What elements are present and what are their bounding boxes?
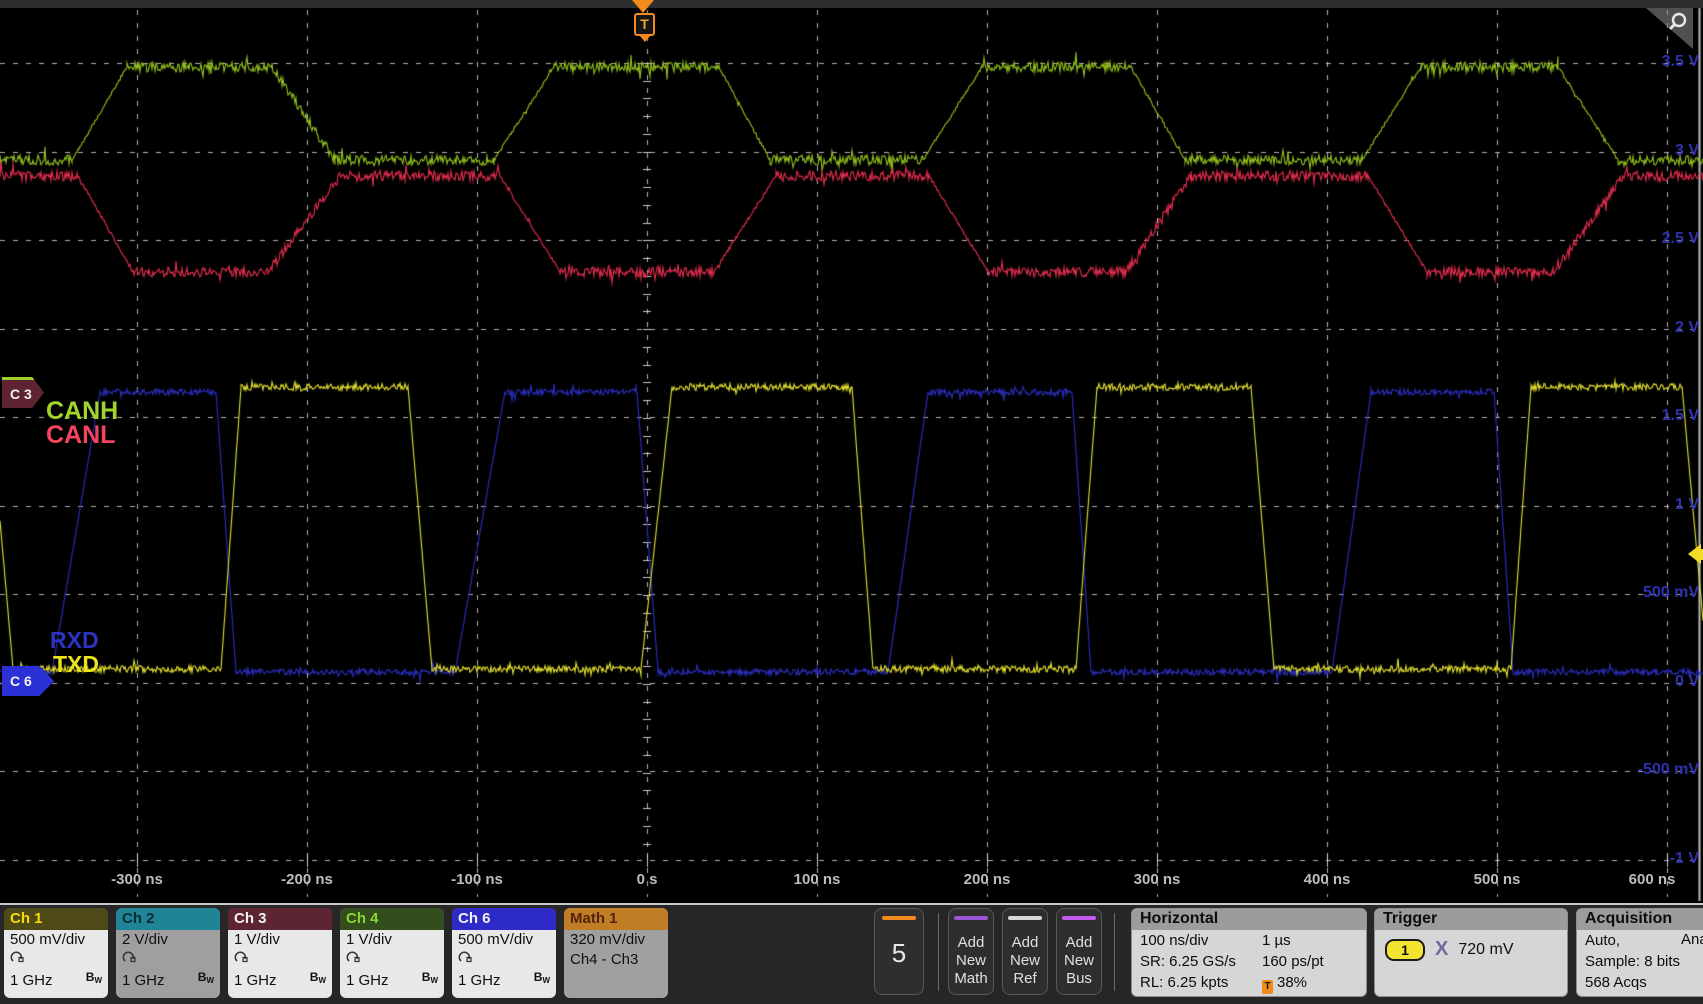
voltage-axis-label: 1 V — [1675, 496, 1699, 514]
canl-trace-label: CANL — [46, 421, 115, 450]
time-axis-label: 200 ns — [964, 871, 1011, 888]
voltage-axis-labels: 3.5 V 3 V 2.5 V 2 V 1.5 V 1 V 500 mV 0 V -500 mV… — [1613, 0, 1703, 903]
probe-icon — [4, 950, 108, 967]
acquisition-cut-text: Ana — [1681, 931, 1703, 948]
trigger-slope-icon: X — [1435, 938, 1448, 961]
channel-bandwidth: 1 GHz — [10, 971, 53, 991]
top-strip — [0, 0, 1703, 8]
button-label: Add New Ref — [1003, 934, 1047, 988]
probe-icon — [340, 950, 444, 967]
trigger-panel[interactable]: Trigger 1 X 720 mV — [1374, 908, 1568, 997]
channel-badge-math1[interactable]: Math 1320 mV/divCh4 - Ch3 — [564, 908, 668, 998]
voltage-axis-label: -1 V — [1670, 850, 1699, 868]
acquisition-panel-title: Acquisition — [1577, 909, 1703, 930]
voltage-axis-label: 0 V — [1675, 673, 1699, 691]
txd-trace-label: TXD — [53, 651, 99, 678]
trigger-position-marker[interactable]: T — [634, 13, 655, 36]
channel-scale: 320 mV/div — [564, 930, 668, 950]
channel-badge-title: Math 1 — [564, 908, 668, 930]
divider — [1114, 913, 1115, 991]
time-axis-label: 0 s — [637, 871, 658, 888]
voltage-axis-label: 2 V — [1675, 319, 1699, 337]
channel-badge-title: Ch 6 — [452, 908, 556, 930]
math-source: Ch4 - Ch3 — [564, 950, 668, 970]
time-axis-label: -200 ns — [281, 871, 333, 888]
channel-badge-title: Ch 3 — [228, 908, 332, 930]
voltage-axis-label: 1.5 V — [1662, 407, 1699, 425]
channel-badge-title: Ch 1 — [4, 908, 108, 930]
channel-bandwidth: 1 GHz — [346, 971, 389, 991]
channel-scale: 500 mV/div — [452, 930, 556, 950]
channel-bandwidth: 1 GHz — [234, 971, 277, 991]
time-axis-label: 500 ns — [1474, 871, 1521, 888]
voltage-axis-label: 500 mV — [1643, 584, 1699, 602]
channel-scale: 1 V/div — [340, 930, 444, 950]
wave-count-button[interactable]: 5 — [874, 908, 924, 995]
button-label: Add New Bus — [1057, 934, 1101, 988]
add-new-ref-button[interactable]: Add New Ref — [1002, 908, 1048, 995]
channel-badge-ch6[interactable]: Ch 6500 mV/div 1 GHz BW — [452, 908, 556, 998]
horizontal-scale: 100 ns/div — [1140, 930, 1262, 951]
trigger-position-marker-tip — [640, 36, 650, 42]
trigger-position-triangle-icon[interactable] — [632, 0, 654, 13]
horizontal-record-length: RL: 6.25 kpts — [1140, 972, 1262, 994]
accent-bar — [1008, 916, 1042, 920]
wave-count-accent — [882, 916, 916, 920]
waveform-plot[interactable] — [0, 0, 1703, 903]
bandwidth-limit-icon: BW — [86, 967, 102, 991]
channel-badge-ch3[interactable]: Ch 31 V/div 1 GHz BW — [228, 908, 332, 998]
horizontal-panel[interactable]: Horizontal 100 ns/div 1 µs SR: 6.25 GS/s… — [1131, 908, 1367, 997]
channel-scale: 2 V/div — [116, 930, 220, 950]
voltage-axis-label: 3.5 V — [1662, 53, 1699, 71]
time-axis-labels: -300 ns -200 ns -100 ns 0 s 100 ns 200 ns 300 … — [0, 871, 1703, 891]
horizontal-window: 1 µs — [1262, 930, 1366, 951]
bottom-bar: Ch 1500 mV/div1 GHzBWCh 22 V/div1 GHzBWC… — [0, 903, 1703, 1004]
channel-scale: 500 mV/div — [4, 930, 108, 950]
voltage-axis-label: 2.5 V — [1662, 230, 1699, 248]
horizontal-resolution: 160 ps/pt — [1262, 951, 1366, 972]
time-axis-label: -300 ns — [111, 871, 163, 888]
probe-icon — [228, 950, 332, 967]
horizontal-panel-title: Horizontal — [1132, 909, 1366, 930]
time-axis-label: 300 ns — [1134, 871, 1181, 888]
trigger-level-value: 720 mV — [1458, 941, 1513, 959]
bandwidth-limit-icon: BW — [422, 967, 438, 991]
channel-bandwidth: 1 GHz — [458, 971, 501, 991]
divider — [938, 913, 939, 991]
time-axis-label: 400 ns — [1304, 871, 1351, 888]
channel-badge-title: Ch 4 — [340, 908, 444, 930]
time-axis-label: -100 ns — [451, 871, 503, 888]
trigger-source-chip: 1 — [1385, 939, 1425, 961]
horizontal-trigger-position: 38% — [1277, 974, 1307, 991]
probe-icon — [116, 950, 220, 967]
trigger-position-mini-icon: T — [1262, 980, 1273, 994]
channel-bandwidth: 1 GHz — [122, 971, 165, 991]
rxd-trace-label: RXD — [50, 627, 99, 654]
wave-count-value: 5 — [875, 938, 923, 969]
time-axis-label: 100 ns — [794, 871, 841, 888]
acquisition-sample: Sample: 8 bits — [1577, 951, 1703, 972]
voltage-axis-label: -500 mV — [1638, 761, 1699, 779]
oscilloscope-screen: -300 ns -200 ns -100 ns 0 s 100 ns 200 ns 300 … — [0, 0, 1703, 1004]
acquisition-panel[interactable]: Acquisition Auto, Ana Sample: 8 bits 568… — [1576, 908, 1703, 997]
add-new-bus-button[interactable]: Add New Bus — [1056, 908, 1102, 995]
bandwidth-limit-icon: BW — [198, 967, 214, 991]
bandwidth-limit-icon: BW — [534, 967, 550, 991]
horizontal-sample-rate: SR: 6.25 GS/s — [1140, 951, 1262, 972]
probe-icon — [452, 950, 556, 967]
channel-badge-ch2[interactable]: Ch 22 V/div 1 GHz BW — [116, 908, 220, 998]
channel-scale: 1 V/div — [228, 930, 332, 950]
add-new-math-button[interactable]: Add New Math — [948, 908, 994, 995]
acquisition-count: 568 Acqs — [1577, 972, 1703, 993]
voltage-axis-label: 3 V — [1675, 142, 1699, 160]
trigger-panel-title: Trigger — [1375, 909, 1567, 930]
channel-badge-ch1[interactable]: Ch 1500 mV/div 1 GHz BW — [4, 908, 108, 998]
channel-badge-ch4[interactable]: Ch 41 V/div 1 GHz BW — [340, 908, 444, 998]
channel-badge-title: Ch 2 — [116, 908, 220, 930]
accent-bar — [954, 916, 988, 920]
accent-bar — [1062, 916, 1096, 920]
button-label: Add New Math — [949, 934, 993, 988]
bandwidth-limit-icon: BW — [310, 967, 326, 991]
